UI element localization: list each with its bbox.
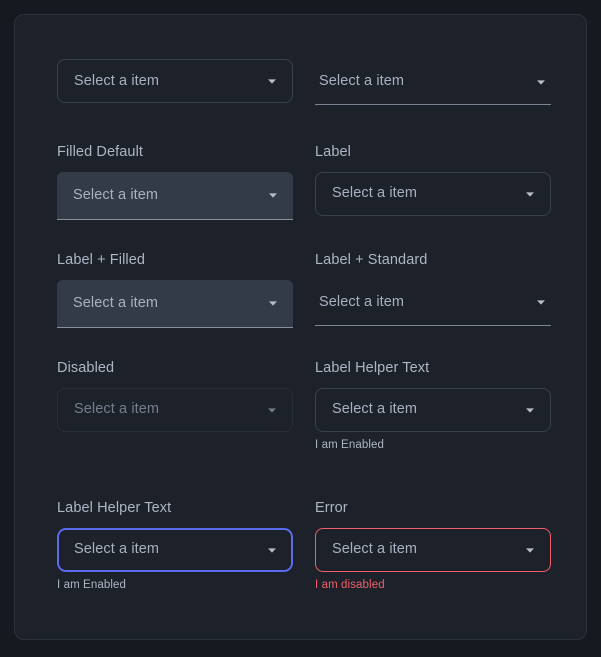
select-value: Select a item [73,186,159,203]
field-cell-label-helper-right: Label Helper Text Select a item I am Ena… [315,361,551,501]
select-value: Select a item [332,401,418,418]
field-cell-label-filled: Label + Filled Select a item [57,253,293,361]
helper-text-error: I am disabled [315,578,385,591]
select-outlined-default[interactable]: Select a item [57,59,293,103]
field-cell-error: Error Select a item I am disabled [315,501,551,621]
select-value: Select a item [319,73,405,90]
select-value: Select a item [74,401,160,418]
select-value: Select a item [73,294,159,311]
select-label-helper-right[interactable]: Select a item [315,387,551,432]
field-cell-label-standard: Label + Standard Select a item [315,253,551,361]
field-cell-label-outlined: Label Select a item [315,145,551,253]
chevron-down-icon [266,404,278,416]
select-value: Select a item [319,293,405,310]
select-label-outlined[interactable]: Select a item [315,171,551,216]
field-label-label-helper-right: Label Helper Text [315,360,430,376]
field-cell-outlined-default: Select a item [57,59,293,145]
chevron-down-icon[interactable] [266,544,278,556]
select-value: Select a item [332,185,418,202]
chevron-down-icon[interactable] [535,296,547,308]
select-error[interactable]: Select a item [315,527,551,572]
field-label-label-outlined: Label [315,144,351,160]
helper-text-label-helper-focused: I am Enabled [57,578,126,591]
field-cell-label-helper-focused: Label Helper Text Select a item I am Ena… [57,501,293,621]
field-label-label-filled: Label + Filled [57,252,146,268]
helper-text-label-helper-right: I am Enabled [315,438,384,451]
field-cell-filled-default: Filled Default Select a item [57,145,293,253]
select-showcase-panel: Select a item Select a item Filled Defau… [14,14,587,640]
select-filled-default[interactable]: Select a item [57,171,293,220]
chevron-down-icon[interactable] [266,75,278,87]
chevron-down-icon[interactable] [524,544,536,556]
field-label-label-standard: Label + Standard [315,252,428,268]
field-cell-disabled: Disabled Select a item [57,361,293,501]
chevron-down-icon[interactable] [535,76,547,88]
select-label-standard[interactable]: Select a item [315,280,551,326]
field-cell-standard-default: Select a item [315,59,551,145]
select-value: Select a item [74,72,160,89]
field-label-filled-default: Filled Default [57,144,144,160]
select-label-filled[interactable]: Select a item [57,279,293,328]
chevron-down-icon[interactable] [267,297,279,309]
chevron-down-icon[interactable] [267,189,279,201]
chevron-down-icon[interactable] [524,404,536,416]
select-standard-default[interactable]: Select a item [315,59,551,105]
chevron-down-icon[interactable] [524,188,536,200]
select-value: Select a item [332,541,418,558]
select-value: Select a item [74,541,160,558]
select-disabled: Select a item [57,387,293,432]
select-label-helper-focused[interactable]: Select a item [57,527,293,572]
field-label-error: Error [315,500,348,516]
field-label-disabled: Disabled [57,360,115,376]
select-grid: Select a item Select a item Filled Defau… [57,59,551,621]
field-label-label-helper-focused: Label Helper Text [57,500,172,516]
